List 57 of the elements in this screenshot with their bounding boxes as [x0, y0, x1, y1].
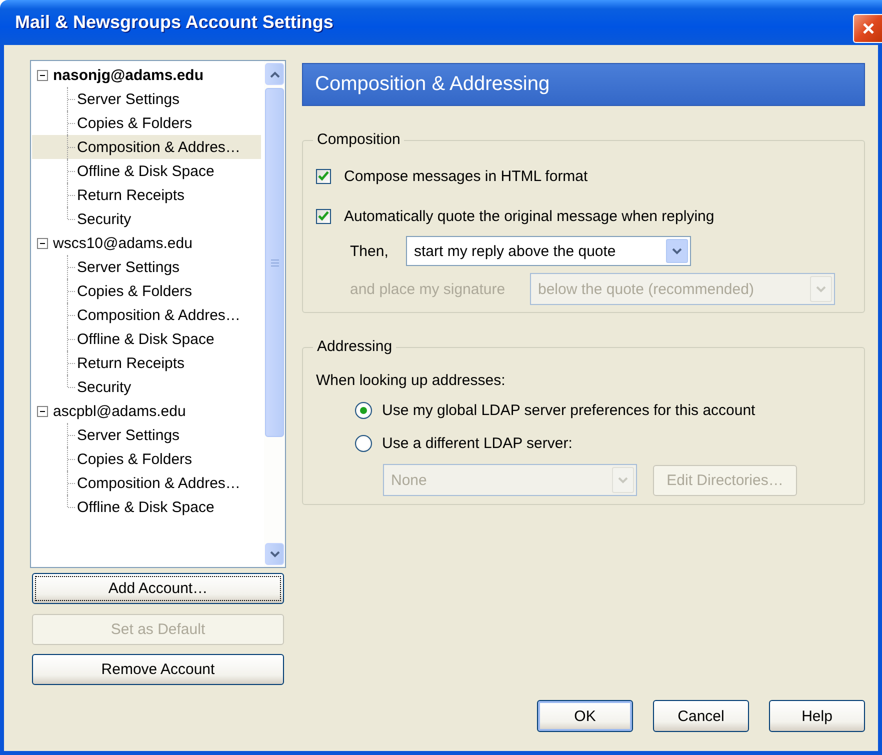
checkbox[interactable] — [316, 208, 331, 224]
group-label: Composition — [316, 131, 402, 149]
window-title: Mail & Newsgroups Account Settings — [15, 12, 334, 33]
dialog-button[interactable]: Help — [769, 700, 865, 732]
checkbox-label: Compose messages in HTML format — [344, 168, 588, 184]
scroll-up-button[interactable] — [265, 63, 284, 85]
tree-item[interactable]: Server Settings — [32, 87, 261, 111]
tree-item[interactable]: Return Receipts — [32, 183, 261, 207]
check-icon — [318, 211, 329, 221]
tree-item[interactable]: Server Settings — [32, 255, 261, 279]
field-label: and place my signature — [350, 280, 506, 298]
chevron-down-icon — [672, 248, 682, 254]
scrollbar[interactable] — [264, 61, 285, 567]
scroll-down-button[interactable] — [265, 543, 284, 565]
tree-item[interactable]: Composition & Addres… — [32, 135, 261, 159]
grip-icon — [270, 258, 278, 266]
close-button[interactable] — [853, 14, 882, 43]
tree-item[interactable]: Return Receipts — [32, 351, 261, 375]
dialog-button[interactable]: OK — [537, 700, 633, 732]
prompt-text: When looking up addresses: — [316, 370, 506, 390]
radio-label: Use my global LDAP server preferences for this account — [382, 402, 756, 418]
dialog-button[interactable]: Cancel — [653, 700, 749, 732]
radio-label: Use a different LDAP server: — [382, 434, 572, 452]
panel-header: Composition & Addressing — [302, 63, 865, 106]
dropdown[interactable]: start my reply above the quote — [406, 236, 691, 266]
radio-button[interactable] — [355, 434, 372, 452]
checkbox-label: Automatically quote the original message when replying — [344, 208, 714, 224]
tree-item[interactable]: Offline & Disk Space — [32, 327, 261, 351]
chevron-down-icon — [270, 550, 280, 558]
account-item[interactable]: nasonjg@adams.edu — [32, 63, 264, 87]
tree-item[interactable]: Security — [32, 207, 261, 231]
checkbox[interactable] — [316, 168, 331, 184]
account-button[interactable]: Add Account… — [32, 573, 284, 604]
tree-item[interactable]: Offline & Disk Space — [32, 495, 261, 519]
group-label: Addressing — [316, 338, 394, 356]
dropdown-arrow-button[interactable] — [666, 239, 688, 263]
close-icon — [862, 22, 874, 35]
account-item[interactable]: wscs10@adams.edu — [32, 231, 264, 255]
radio-button[interactable] — [355, 402, 372, 418]
account-button[interactable]: Remove Account — [32, 654, 284, 685]
tree-item[interactable]: Composition & Addres… — [32, 303, 261, 327]
scrollbar-thumb[interactable] — [265, 88, 284, 437]
field-label: Then, — [350, 242, 390, 260]
tree-item[interactable]: Security — [32, 375, 261, 399]
chevron-up-icon — [270, 70, 280, 78]
chevron-down-icon — [816, 286, 826, 292]
collapse-icon[interactable] — [37, 70, 48, 80]
tree-item[interactable]: Offline & Disk Space — [32, 159, 261, 183]
check-icon — [318, 171, 329, 181]
tree-item[interactable]: Server Settings — [32, 423, 261, 447]
collapse-icon[interactable] — [37, 406, 48, 416]
tree-item[interactable]: Copies & Folders — [32, 447, 261, 471]
account-item[interactable]: ascpbl@adams.edu — [32, 399, 264, 423]
tree-item[interactable]: Composition & Addres… — [32, 471, 261, 495]
collapse-icon[interactable] — [37, 238, 48, 248]
tree-item[interactable]: Copies & Folders — [32, 279, 261, 303]
chevron-down-icon — [618, 476, 628, 484]
